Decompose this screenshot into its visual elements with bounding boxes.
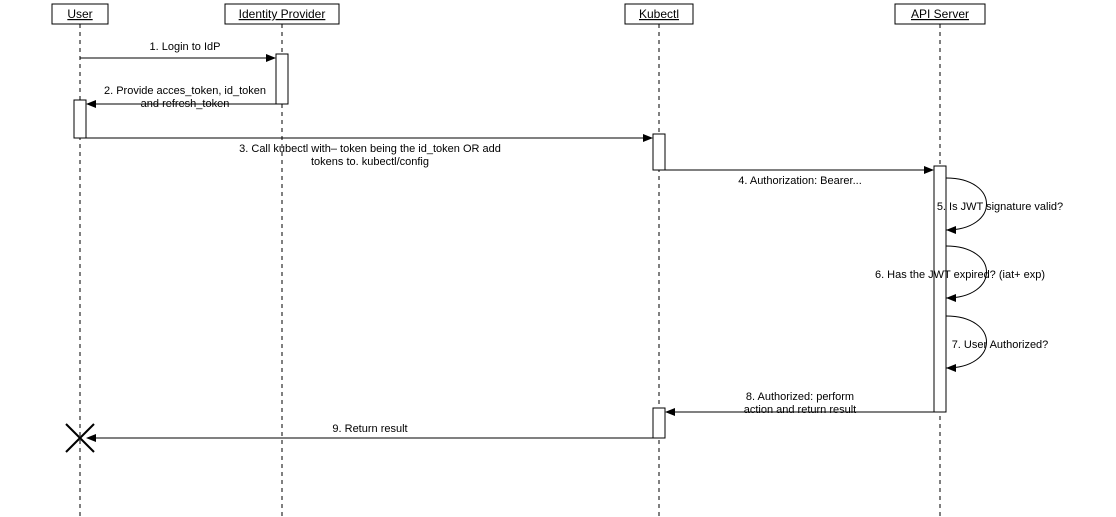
msg-6-label: 6. Has the JWT expired? (iat+ exp) [875,269,1045,281]
activation-user [74,100,86,138]
msg-5-arrow [946,226,956,234]
activation-kubectl-1 [653,134,665,170]
msg-4-arrow [924,166,934,174]
msg-8-arrow [665,408,675,416]
msg-8-label-b: action and return result [744,404,857,416]
msg-5-label: 5. Is JWT signature valid? [937,201,1063,213]
msg-2-arrow [86,100,96,108]
msg-4-label: 4. Authorization: Bearer... [738,175,862,187]
msg-3-label-b: tokens to. kubectl/config [311,156,429,168]
msg-9-arrow [86,434,96,442]
msg-7-arrow [946,364,956,372]
msg-1-label: 1. Login to IdP [150,41,221,53]
participant-apiserver-label: API Server [911,7,969,21]
activation-kubectl-2 [653,408,665,438]
msg-3-label-a: 3. Call kubectl with– token being the id… [239,143,501,155]
msg-3-arrow [643,134,653,142]
activation-idp [276,54,288,104]
sequence-diagram: User Identity Provider Kubectl API Serve… [0,0,1116,517]
participant-idp-label: Identity Provider [239,7,326,21]
msg-7-label: 7. User Authorized? [952,339,1049,351]
msg-2-label-a: 2. Provide acces_token, id_token [104,85,266,97]
participant-user-label: User [67,7,92,21]
msg-6-arrow [946,294,956,302]
msg-8-label-a: 8. Authorized: perform [746,391,854,403]
participant-kubectl-label: Kubectl [639,7,679,21]
msg-9-label: 9. Return result [332,423,407,435]
msg-1-arrow [266,54,276,62]
